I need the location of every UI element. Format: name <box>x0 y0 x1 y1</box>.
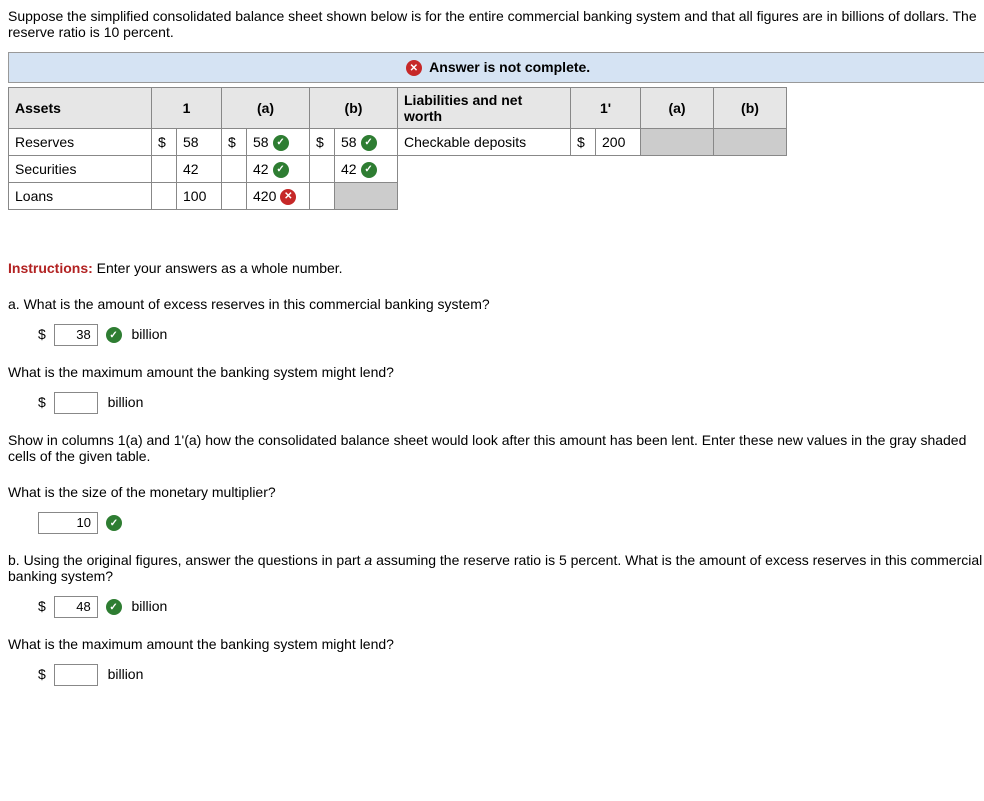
instructions-text: Enter your answers as a whole number. <box>93 260 343 276</box>
question-a2: What is the maximum amount the banking s… <box>8 364 984 380</box>
check-icon: ✓ <box>273 162 289 178</box>
answer-a2-line: $ billion <box>38 392 984 414</box>
dollar-sign: $ <box>152 129 177 156</box>
answer-a4-line: 10 ✓ <box>38 512 984 534</box>
question-a3: Show in columns 1(a) and 1'(a) how the c… <box>8 432 984 464</box>
reserves-label: Reserves <box>9 129 152 156</box>
check-icon: ✓ <box>361 135 377 151</box>
check-icon: ✓ <box>106 515 122 531</box>
securities-label: Securities <box>9 156 152 183</box>
answer-b-line: $ 48 ✓ billion <box>38 596 984 618</box>
unit-label: billion <box>131 326 167 342</box>
dollar-sign: $ <box>38 326 46 342</box>
col-b2-header: (b) <box>714 88 787 129</box>
reserves-1: 58 <box>177 129 222 156</box>
x-icon: ✕ <box>406 60 422 76</box>
unit-label: billion <box>131 598 167 614</box>
liab-header: Liabilities and net worth <box>398 88 571 129</box>
check-icon: ✓ <box>361 162 377 178</box>
row-loans: Loans 100 420✕ <box>9 183 787 210</box>
liab-b-cell[interactable] <box>714 129 787 156</box>
question-a4: What is the size of the monetary multipl… <box>8 484 984 500</box>
answer-a-input[interactable]: 38 <box>54 324 98 346</box>
col-1p-header: 1' <box>571 88 641 129</box>
dollar-sign: $ <box>38 598 46 614</box>
unit-label: billion <box>108 394 144 410</box>
checkable-1: 200 <box>596 129 641 156</box>
reserves-b-cell[interactable]: 58✓ <box>335 129 398 156</box>
col-a2-header: (a) <box>641 88 714 129</box>
loans-label: Loans <box>9 183 152 210</box>
balance-sheet-table: Assets 1 (a) (b) Liabilities and net wor… <box>8 87 787 210</box>
answer-a-line: $ 38 ✓ billion <box>38 324 984 346</box>
reserves-a-cell[interactable]: 58✓ <box>247 129 310 156</box>
loans-a-cell[interactable]: 420✕ <box>247 183 310 210</box>
col-b-header: (b) <box>310 88 398 129</box>
checkable-label: Checkable deposits <box>398 129 571 156</box>
dollar-sign: $ <box>38 666 46 682</box>
col-a-header: (a) <box>222 88 310 129</box>
securities-b-cell[interactable]: 42✓ <box>335 156 398 183</box>
row-reserves: Reserves $ 58 $ 58✓ $ 58✓ Checkable depo… <box>9 129 787 156</box>
securities-1: 42 <box>177 156 222 183</box>
status-banner: ✕ Answer is not complete. <box>8 52 984 83</box>
instructions-line: Instructions: Enter your answers as a wh… <box>8 260 984 276</box>
col-1-header: 1 <box>152 88 222 129</box>
loans-b-cell[interactable] <box>335 183 398 210</box>
dollar-sign: $ <box>571 129 596 156</box>
question-b2: What is the maximum amount the banking s… <box>8 636 984 652</box>
check-icon: ✓ <box>106 599 122 615</box>
securities-a-cell[interactable]: 42✓ <box>247 156 310 183</box>
answer-b2-input[interactable] <box>54 664 98 686</box>
x-icon: ✕ <box>280 189 296 205</box>
answer-a2-input[interactable] <box>54 392 98 414</box>
loans-1: 100 <box>177 183 222 210</box>
check-icon: ✓ <box>273 135 289 151</box>
dollar-sign: $ <box>310 129 335 156</box>
dollar-sign: $ <box>38 394 46 410</box>
liab-a-cell[interactable] <box>641 129 714 156</box>
unit-label: billion <box>108 666 144 682</box>
assets-header: Assets <box>9 88 152 129</box>
instructions-label: Instructions: <box>8 260 93 276</box>
question-b: b. Using the original figures, answer th… <box>8 552 984 584</box>
answer-b-input[interactable]: 48 <box>54 596 98 618</box>
check-icon: ✓ <box>106 327 122 343</box>
answer-b2-line: $ billion <box>38 664 984 686</box>
dollar-sign: $ <box>222 129 247 156</box>
row-securities: Securities 42 42✓ 42✓ <box>9 156 787 183</box>
banner-text: Answer is not complete. <box>429 59 590 75</box>
problem-statement: Suppose the simplified consolidated bala… <box>8 8 984 40</box>
question-a: a. What is the amount of excess reserves… <box>8 296 984 312</box>
answer-a4-input[interactable]: 10 <box>38 512 98 534</box>
